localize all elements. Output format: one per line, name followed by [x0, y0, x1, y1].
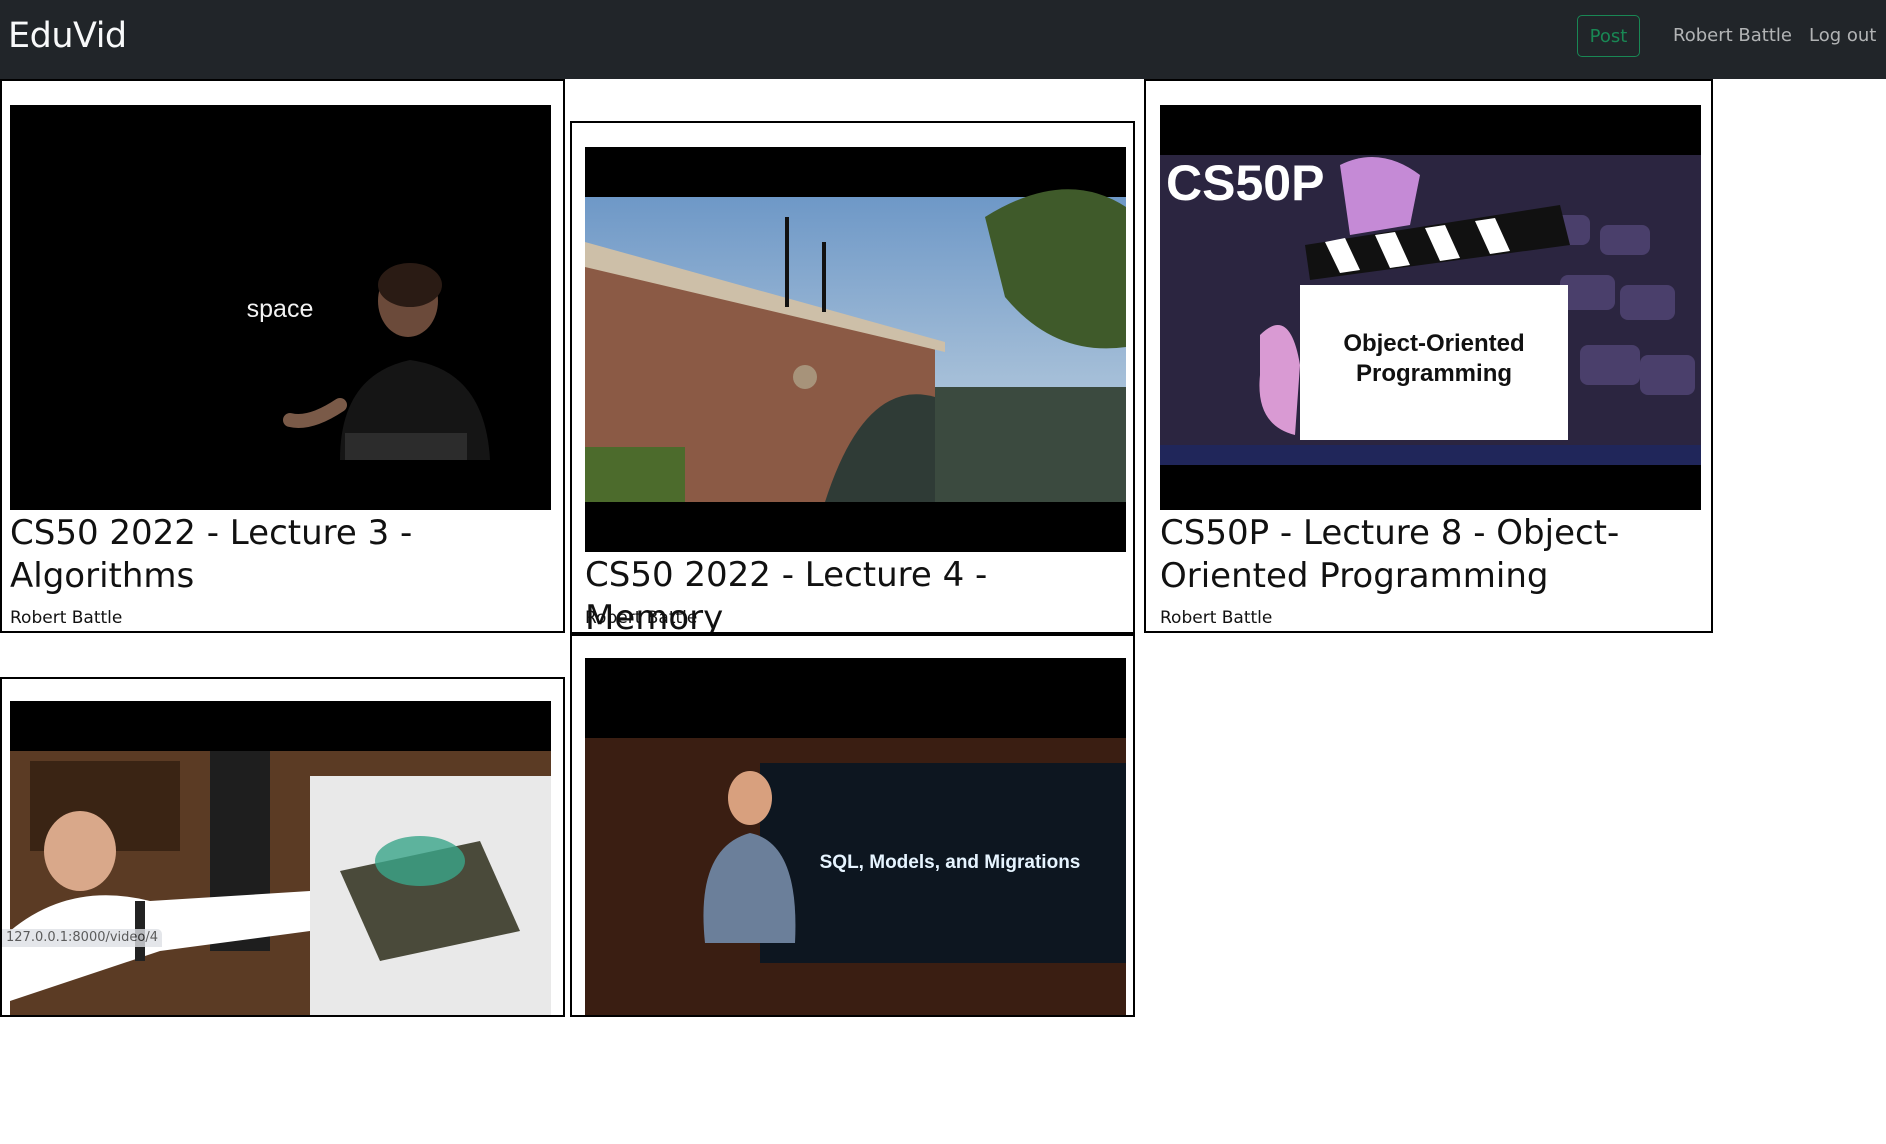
nav-user-name[interactable]: Robert Battle	[1673, 25, 1792, 46]
url-status-bar: 127.0.0.1:8000/video/4	[2, 929, 163, 947]
thumbnail-brand: CS50P	[1166, 155, 1324, 211]
video-thumbnail[interactable]: SQL, Models, and Migrations	[585, 658, 1126, 1015]
navbar: EduVid Post Robert Battle Log out	[0, 0, 1886, 79]
lecture-thumbnail-image: SQL, Models, and Migrations	[585, 658, 1126, 1015]
brand-logo[interactable]: EduVid	[8, 16, 127, 56]
video-author: Robert Battle	[1160, 608, 1273, 628]
video-card[interactable]: SQL, Models, and Migrations	[570, 634, 1135, 1017]
video-author: Robert Battle	[585, 608, 698, 628]
lecture-thumbnail-image	[10, 701, 551, 1015]
video-title[interactable]: CS50P - Lecture 8 - Object-Oriented Prog…	[1160, 512, 1700, 598]
video-title[interactable]: CS50 2022 - Lecture 3 - Algorithms	[10, 512, 550, 598]
video-thumbnail[interactable]	[585, 147, 1126, 552]
video-card[interactable]: 127.0.0.1:8000/video/4	[0, 677, 565, 1017]
lecture-thumbnail-image: CS50P Object-Oriented Programming	[1160, 105, 1701, 510]
lecture-thumbnail-image	[585, 147, 1126, 552]
thumbnail-caption: space	[247, 295, 314, 323]
video-thumbnail[interactable]: space	[10, 105, 551, 510]
video-card[interactable]: CS50 2022 - Lecture 4 - Memory Robert Ba…	[570, 121, 1135, 634]
logout-link[interactable]: Log out	[1809, 25, 1876, 46]
thumbnail-sign-line: Programming	[1356, 360, 1512, 387]
video-author: Robert Battle	[10, 608, 123, 628]
video-card[interactable]: space CS50 2022 - Lecture 3 - Algorithms…	[0, 79, 565, 633]
lecture-thumbnail-image: space	[10, 105, 551, 510]
post-button[interactable]: Post	[1577, 15, 1640, 57]
video-thumbnail[interactable]: CS50P Object-Oriented Programming	[1160, 105, 1701, 510]
video-card[interactable]: CS50P Object-Oriented Programming CS50P …	[1144, 79, 1713, 633]
video-thumbnail[interactable]	[10, 701, 551, 1015]
thumbnail-slide-text: SQL, Models, and Migrations	[820, 852, 1081, 873]
thumbnail-sign-line: Object-Oriented	[1343, 330, 1524, 357]
